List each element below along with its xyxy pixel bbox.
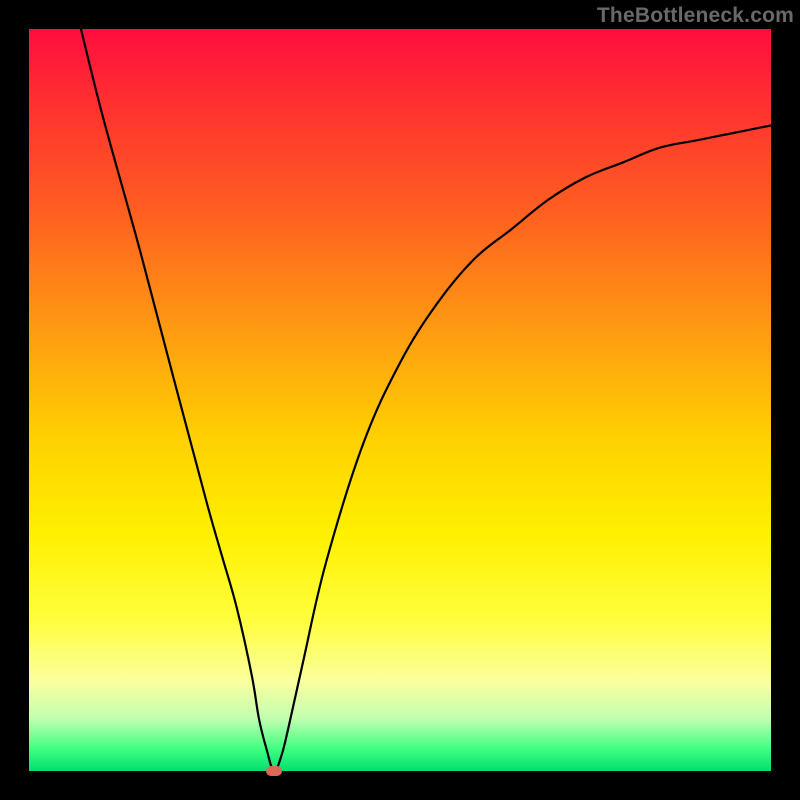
bottleneck-curve [29,29,771,771]
plot-area [29,29,771,771]
chart-frame: TheBottleneck.com [0,0,800,800]
optimum-marker [266,766,282,776]
watermark-text: TheBottleneck.com [597,4,794,28]
